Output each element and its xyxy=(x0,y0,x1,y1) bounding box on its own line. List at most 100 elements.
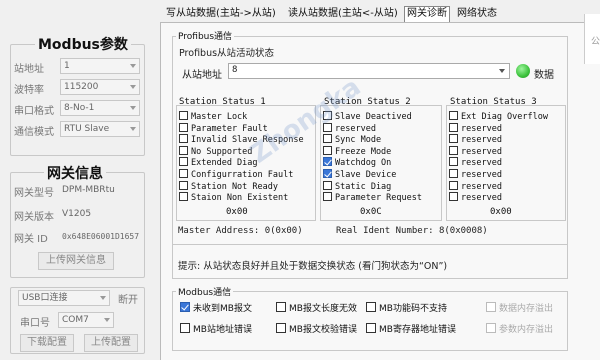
com-port-select[interactable]: COM7 xyxy=(58,312,114,328)
connect-type-select[interactable]: USB口连接 xyxy=(18,290,110,306)
checkbox-icon xyxy=(323,157,332,167)
station-status-2-item: Parameter Request xyxy=(323,192,422,203)
upload-gateway-info-button[interactable]: 上传网关信息 xyxy=(38,252,114,270)
station-status-1-item-label: Parameter Fault xyxy=(191,123,268,134)
station-status-1-item: Configurration Fault xyxy=(179,169,293,180)
data-status-label: 数据 xyxy=(534,70,554,81)
tab-network-status[interactable]: 网络状态 xyxy=(457,7,497,21)
station-status-3-item: reserved xyxy=(449,122,502,134)
disconnect-button[interactable]: 断开 xyxy=(118,291,138,306)
gateway-model-value: DPM-MBRtu xyxy=(62,185,115,195)
profibus-title: Profibus通信 xyxy=(176,29,235,42)
modbus-comm-item-label: MB报文校验错误 xyxy=(289,325,357,335)
station-status-3-item-label: reserved xyxy=(461,123,502,134)
gateway-model-label: 网关型号 xyxy=(14,188,54,199)
chevron-down-icon xyxy=(130,106,136,110)
station-status-3-item-label: reserved xyxy=(461,193,502,204)
checkbox-icon xyxy=(449,169,458,178)
checkbox-icon xyxy=(449,157,458,167)
station-status-3-title: Station Status 3 xyxy=(450,97,537,107)
station-status-2-item: Slave Device xyxy=(323,169,396,180)
station-status-2-item-label: Sync Mode xyxy=(335,135,382,146)
checkbox-icon xyxy=(323,192,332,202)
com-port-label: 串口号 xyxy=(20,318,50,329)
station-status-1-item-label: Master Lock xyxy=(191,112,248,122)
checkbox-icon xyxy=(180,302,190,312)
station-status-2-item: Freeze Mode xyxy=(323,145,392,157)
modbus-comm-item-label: MB功能码不支持 xyxy=(379,304,447,314)
station-address-select[interactable]: 1 xyxy=(60,58,140,74)
modbus-comm-item: MB报文长度无效 xyxy=(276,302,357,316)
serial-format-label: 串口格式 xyxy=(14,106,54,117)
baud-rate-select[interactable]: 115200 xyxy=(60,79,140,95)
station-status-3-hex: 0x00 xyxy=(490,207,512,217)
checkbox-icon xyxy=(180,323,190,333)
chevron-down-icon xyxy=(104,318,110,322)
checkbox-icon xyxy=(366,323,376,333)
checkbox-icon xyxy=(179,145,188,155)
modbus-comm-item: 参数内存溢出 xyxy=(486,323,553,337)
station-status-3-item: reserved xyxy=(449,180,502,192)
station-status-1-item: No Supported xyxy=(179,145,252,157)
station-status-3-item-label: reserved xyxy=(461,146,502,157)
modbus-comm-item: 数据内存溢出 xyxy=(486,302,553,316)
side-window: 公 xyxy=(584,14,600,64)
slave-address-select[interactable]: 8 xyxy=(228,63,510,79)
chevron-down-icon xyxy=(100,296,106,300)
station-status-1-title: Station Status 1 xyxy=(179,97,266,107)
modbus-comm-item: MB寄存器地址错误 xyxy=(366,323,456,337)
station-status-2-item-label: Slave Device xyxy=(335,170,397,180)
download-config-button[interactable]: 下载配置 xyxy=(20,334,74,352)
modbus-comm-item-label: MB站地址错误 xyxy=(193,325,252,335)
station-status-2-hex: 0x0C xyxy=(360,207,382,217)
station-status-2-item: Sync Mode xyxy=(323,134,381,145)
tab-gateway-diagnostics[interactable]: 网关诊断 xyxy=(404,6,450,22)
comm-mode-label: 通信模式 xyxy=(14,127,54,138)
checkbox-icon xyxy=(366,302,376,312)
baud-rate-label: 波特率 xyxy=(14,85,44,96)
checkbox-icon xyxy=(323,134,332,144)
chevron-down-icon xyxy=(130,85,136,89)
checkbox-icon xyxy=(486,302,496,312)
modbus-comm-item-label: 未收到MB报文 xyxy=(193,304,252,314)
tab-read-slave-data[interactable]: 读从站数据(主站<-从站) xyxy=(288,7,398,21)
checkbox-icon xyxy=(449,111,458,120)
station-status-3-item: reserved xyxy=(449,192,502,203)
station-status-2-item-label: Freeze Mode xyxy=(335,146,392,157)
station-status-3-item: reserved xyxy=(449,134,502,145)
chevron-down-icon xyxy=(130,127,136,131)
station-status-2-item: reserved xyxy=(323,122,376,134)
station-status-1-hex: 0x00 xyxy=(226,207,248,217)
checkbox-icon xyxy=(179,157,188,167)
checkbox-icon xyxy=(323,145,332,155)
station-status-2-item: Watchdog On xyxy=(323,157,391,168)
station-status-2-item-label: Parameter Request xyxy=(335,193,422,204)
modbus-comm-item-label: 数据内存溢出 xyxy=(499,304,554,314)
station-status-1-item: Extended Diag xyxy=(179,157,258,168)
checkbox-icon xyxy=(486,323,496,333)
master-address-text: Master Address: 0(0x00) xyxy=(178,226,303,236)
tab-write-slave-data[interactable]: 写从站数据(主站->从站) xyxy=(166,7,276,21)
modbus-params-title: Modbus参数 xyxy=(35,34,131,54)
modbus-comm-item-label: MB寄存器地址错误 xyxy=(379,325,456,335)
checkbox-icon xyxy=(449,122,458,132)
upload-config-button[interactable]: 上传配置 xyxy=(84,334,138,352)
serial-format-select[interactable]: 8-No-1 xyxy=(60,100,140,116)
checkbox-icon xyxy=(449,134,458,144)
checkbox-icon xyxy=(179,180,188,190)
station-status-3-item-label: reserved xyxy=(461,170,502,180)
modbus-comm-item: MB站地址错误 xyxy=(180,323,252,337)
gateway-version-value: V1205 xyxy=(62,209,92,219)
station-status-3-item-label: reserved xyxy=(461,158,502,169)
modbus-comm-item: 未收到MB报文 xyxy=(180,302,252,316)
station-status-1-item: Staion Non Existent xyxy=(179,192,288,203)
real-ident-text: Real Ident Number: 8(0x0008) xyxy=(336,226,488,236)
station-status-1-item-label: Staion Non Existent xyxy=(191,193,289,204)
station-status-2-item-label: Slave Deactived xyxy=(335,112,412,122)
checkbox-icon xyxy=(179,111,188,120)
checkbox-icon xyxy=(179,192,188,202)
checkbox-icon xyxy=(323,180,332,190)
gateway-info-title: 网关信息 xyxy=(44,163,106,183)
comm-mode-select[interactable]: RTU Slave xyxy=(60,121,140,137)
station-status-1-item-label: Station Not Ready xyxy=(191,181,278,192)
